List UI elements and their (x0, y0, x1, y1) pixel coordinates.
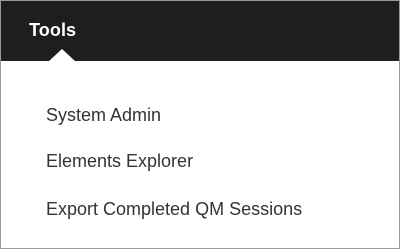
menu-bar: Tools (1, 1, 399, 61)
tools-menu-button[interactable]: Tools (29, 20, 76, 41)
dropdown-pointer-icon (49, 49, 75, 61)
menu-item-system-admin[interactable]: System Admin (46, 105, 161, 126)
tools-menu-window: Tools System Admin Elements Explorer Exp… (0, 0, 400, 249)
tools-dropdown-menu: System Admin Elements Explorer Export Co… (1, 61, 399, 248)
menu-item-elements-explorer[interactable]: Elements Explorer (46, 151, 193, 172)
menu-item-export-completed-qm-sessions[interactable]: Export Completed QM Sessions (46, 199, 302, 220)
